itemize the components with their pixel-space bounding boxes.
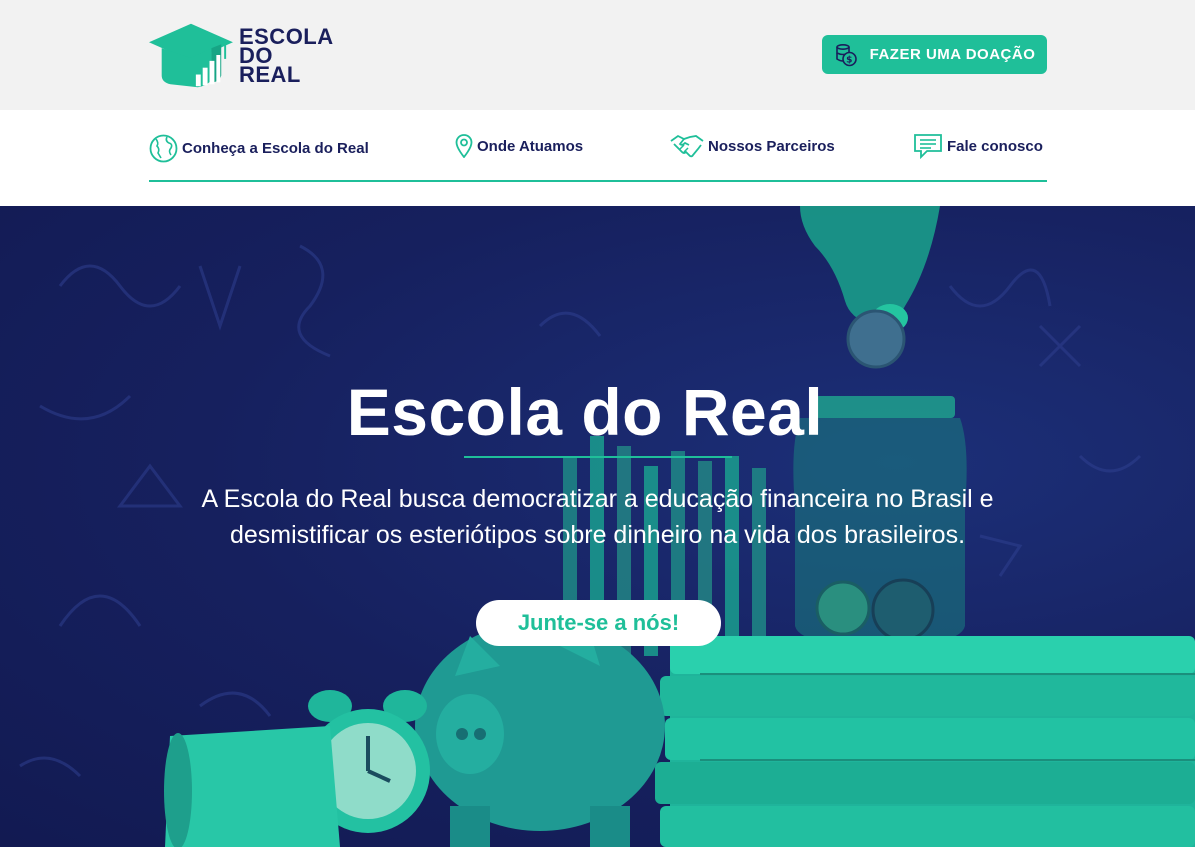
- chat-icon: [913, 133, 943, 159]
- globe-icon: [149, 134, 178, 163]
- svg-text:$: $: [846, 55, 853, 65]
- hero-divider: [464, 456, 732, 458]
- coin-stack-icon: $: [834, 43, 858, 67]
- donate-button[interactable]: $ FAZER UMA DOAÇÃO: [822, 35, 1047, 74]
- rolled-diploma-illustration: [164, 726, 340, 847]
- nav-item-fale-conosco[interactable]: Fale conosco: [913, 130, 1043, 162]
- main-navigation: Conheça a Escola do Real Onde Atuamos No…: [0, 110, 1195, 206]
- logo-line-2: DO REAL: [238, 42, 301, 87]
- handshake-icon: [670, 133, 704, 159]
- nav-item-onde-atuamos[interactable]: Onde Atuamos: [455, 130, 583, 162]
- logo-wordmark: ESCOLA DO REAL: [238, 25, 339, 87]
- hero-section: Escola do Real A Escola do Real busca de…: [0, 206, 1195, 847]
- map-pin-icon: [455, 134, 473, 158]
- join-us-button[interactable]: Junte-se a nós!: [476, 600, 721, 646]
- nav-label-conheca: Conheça a Escola do Real: [182, 139, 369, 157]
- site-logo[interactable]: ESCOLA DO REAL: [149, 20, 339, 90]
- hero-description: A Escola do Real busca democratizar a ed…: [201, 485, 994, 549]
- top-header: ESCOLA DO REAL $ FAZER UMA DOAÇÃO: [0, 0, 1195, 110]
- nav-label-onde-atuamos: Onde Atuamos: [477, 137, 584, 155]
- graduation-cap-logo-icon: [149, 23, 233, 88]
- nav-label-nossos-parceiros: Nossos Parceiros: [708, 137, 835, 155]
- hand-with-coin-illustration: [800, 206, 940, 369]
- book-stack-illustration: [655, 636, 1195, 847]
- nav-container: Conheça a Escola do Real Onde Atuamos No…: [149, 130, 1047, 182]
- nav-item-conheca[interactable]: Conheça a Escola do Real: [149, 132, 369, 164]
- nav-item-nossos-parceiros[interactable]: Nossos Parceiros: [670, 130, 835, 162]
- donate-button-label: FAZER UMA DOAÇÃO: [869, 46, 1036, 63]
- hero-title: Escola do Real: [346, 375, 824, 449]
- nav-label-fale-conosco: Fale conosco: [947, 137, 1043, 155]
